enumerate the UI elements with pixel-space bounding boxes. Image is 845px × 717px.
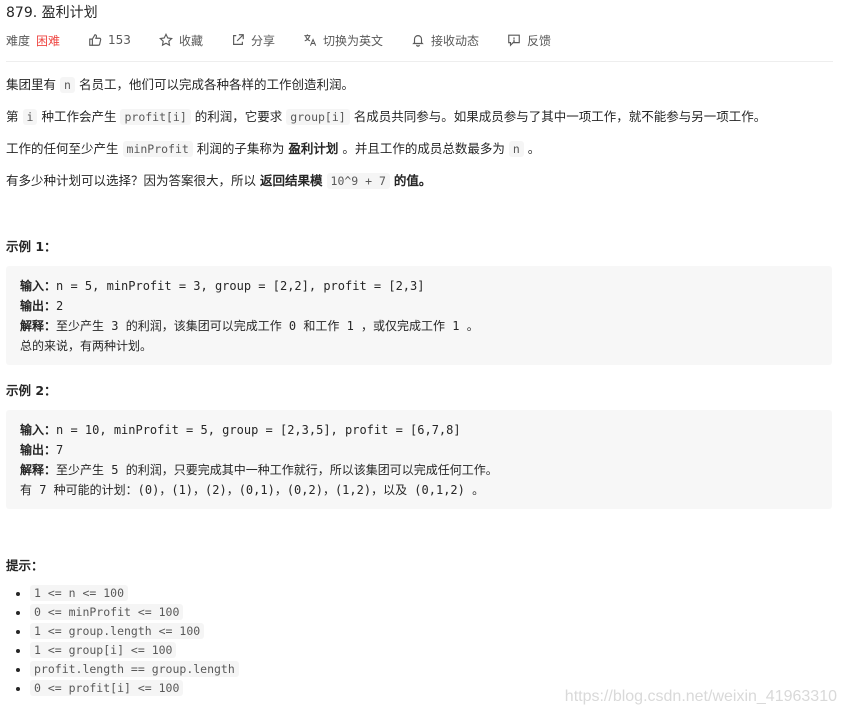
text: 。 [527,141,541,156]
feedback-button[interactable]: 反馈 [507,32,551,49]
list-item: 1 <= group.length <= 100 [30,622,239,641]
share-label: 分享 [250,33,275,48]
value: 至少产生 5 的利润，只要完成其中一种工作就行，所以该集团可以完成任何工作。 [56,463,498,477]
example-input-line: 输入：n = 5, minProfit = 3, group = [2,2], … [20,276,818,296]
list-item: 0 <= minProfit <= 100 [30,603,239,622]
label: 输入： [20,279,57,293]
value: n = 10, minProfit = 5, group = [2,3,5], … [56,423,461,437]
subscribe-label: 接收动态 [430,33,479,48]
text: 集团里有 [6,77,57,92]
like-count: 153 [108,33,131,47]
inline-code: 1 <= group.length <= 100 [30,623,205,639]
text: 的利润，它要求 [194,109,283,124]
difficulty-badge: 困难 [36,33,61,48]
bell-icon [412,35,424,47]
inline-code: 0 <= minProfit <= 100 [30,604,184,620]
inline-code: profit[i] [120,109,191,125]
share-button[interactable]: 分享 [231,32,275,49]
value: 7 [56,443,64,457]
inline-code: 0 <= profit[i] <= 100 [30,680,184,696]
subscribe-button[interactable]: 接收动态 [411,32,479,49]
text: 种工作会产生 [41,109,117,124]
bold-text: 盈利计划 [288,141,339,156]
example-1-heading: 示例 1： [6,239,57,254]
label: 解释： [20,463,57,477]
star-icon [158,33,173,47]
label: 输出： [20,299,57,313]
example-extra-line: 有 7 种可能的计划：(0)，(1)，(2)，(0,1)，(0,2)，(1,2)… [20,483,485,497]
list-item: profit.length == group.length [30,660,239,679]
text: 第 [6,109,19,124]
watermark: https://blog.csdn.net/weixin_41963310 [564,688,837,705]
inline-code: 1 <= n <= 100 [30,585,129,601]
value: 至少产生 3 的利润，该集团可以完成工作 0 和工作 1 ，或仅完成工作 1 。 [56,319,479,333]
description-paragraph-1: 集团里有 n 名员工，他们可以完成各种各样的工作创造利润。 [6,75,354,95]
difficulty-label: 难度 [6,33,31,48]
bold-text: 的值。 [393,173,432,188]
text: 有多少种计划可以选择？因为答案很大，所以 [6,173,257,188]
text: 工作的任何至少产生 [6,141,119,156]
like-button[interactable]: 153 [88,33,131,47]
translate-icon [304,34,317,46]
share-icon [233,34,244,45]
problem-page: 879. 盈利计划 难度 困难 153 收藏 分享 切换为英文 接收动态 反馈 … [0,0,845,717]
problem-meta-bar: 难度 困难 153 收藏 分享 切换为英文 接收动态 反馈 [6,30,579,50]
list-item: 1 <= n <= 100 [30,584,239,603]
hints-heading: 提示： [6,558,44,573]
example-1-block: 输入：n = 5, minProfit = 3, group = [2,2], … [6,266,832,365]
translate-button[interactable]: 切换为英文 [303,32,383,49]
example-explain-line: 解释：至少产生 3 的利润，该集团可以完成工作 0 和工作 1 ，或仅完成工作 … [20,316,818,336]
feedback-label: 反馈 [527,33,552,48]
bold-text: 返回结果模 [260,173,323,188]
inline-code: group[i] [286,109,350,125]
value: 2 [56,299,64,313]
inline-code: 1 <= group[i] <= 100 [30,642,177,658]
text: 名员工，他们可以完成各种各样的工作创造利润。 [78,77,354,92]
inline-code: minProfit [122,141,193,157]
example-explain-line: 解释：至少产生 5 的利润，只要完成其中一种工作就行，所以该集团可以完成任何工作… [20,460,818,480]
inline-code: n [60,77,75,93]
favorite-button[interactable]: 收藏 [158,32,203,49]
problem-title: 879. 盈利计划 [6,5,98,21]
description-paragraph-2: 第 i 种工作会产生 profit[i] 的利润，它要求 group[i] 名成员共同参与。… [6,107,766,127]
description-paragraph-4: 有多少种计划可以选择？因为答案很大，所以 返回结果模 10^9 + 7 的值。 [6,171,431,191]
description-paragraph-3: 工作的任何至少产生 minProfit 利润的子集称为 盈利计划 。并且工作的成员总… [6,139,540,159]
header-divider [6,61,833,62]
example-2-heading: 示例 2： [6,383,57,398]
example-extra-line: 总的来说，有两种计划。 [20,339,153,353]
example-input-line: 输入：n = 10, minProfit = 5, group = [2,3,5… [20,420,818,440]
label: 解释： [20,319,57,333]
inline-code: n [508,141,524,157]
list-item: 1 <= group[i] <= 100 [30,641,239,660]
thumbs-up-icon [89,34,102,46]
value: n = 5, minProfit = 3, group = [2,2], pro… [56,279,425,293]
list-item: 0 <= profit[i] <= 100 [30,679,239,698]
inline-code: i [22,109,38,125]
translate-label: 切换为英文 [322,33,383,48]
inline-code: 10^9 + 7 [326,173,390,189]
example-2-block: 输入：n = 10, minProfit = 5, group = [2,3,5… [6,410,832,509]
inline-code: profit.length == group.length [30,661,239,677]
label: 输入： [20,423,57,437]
hints-list: 1 <= n <= 100 0 <= minProfit <= 100 1 <=… [6,584,239,698]
text: 名成员共同参与。如果成员参与了其中一项工作，就不能参与另一项工作。 [353,109,767,124]
favorite-label: 收藏 [178,33,203,48]
feedback-icon [508,34,520,47]
label: 输出： [20,443,57,457]
text: 利润的子集称为 [196,141,285,156]
example-output-line: 输出：7 [20,440,818,460]
text: 。并且工作的成员总数最多为 [342,141,505,156]
example-output-line: 输出：2 [20,296,818,316]
